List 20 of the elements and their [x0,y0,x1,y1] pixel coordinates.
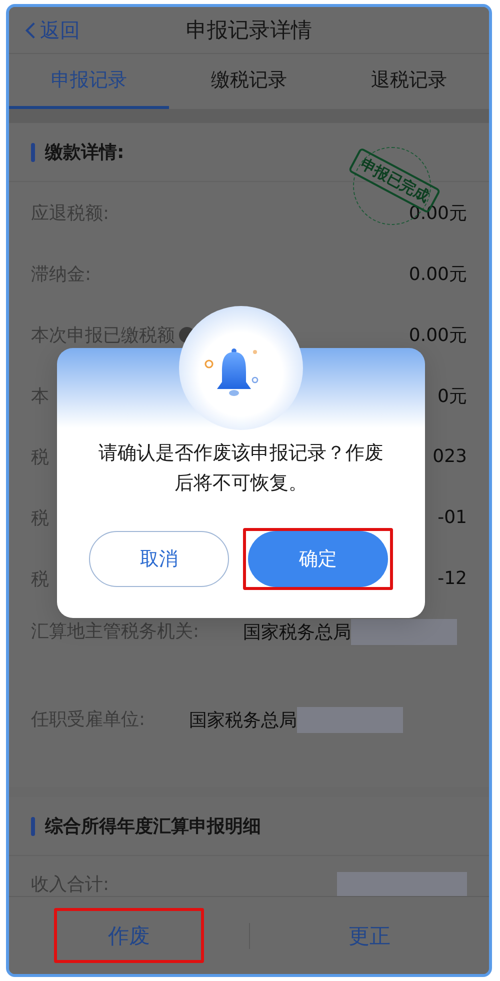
field-value: -01 [438,507,467,528]
cancel-button[interactable]: 取消 [89,531,229,587]
dialog-message: 请确认是否作废该申报记录？作废后将不可恢复。 [98,441,384,496]
section-heading: 缴款详情: [45,141,124,164]
field-value: -12 [438,568,467,589]
field-value: 023 [432,446,467,467]
back-icon [25,20,36,40]
back-button[interactable]: 返回 [9,16,80,44]
tab[interactable]: 退税记录 [329,54,489,109]
section-heading: 综合所得年度汇算申报明细 [45,815,261,838]
page-title: 申报记录详情 [186,17,312,44]
heading-bar-icon [31,142,35,162]
field-value: 0.00元 [408,324,467,346]
field-value: 国家税务总局 [189,709,298,732]
heading-bar-icon [31,816,35,836]
field-value: 0.00元 [408,262,467,286]
field-value: 国家税务总局 [243,621,352,644]
tab[interactable]: 缴税记录 [169,54,329,109]
confirm-button[interactable]: 确定 [248,531,388,587]
field-value: 0元 [438,384,467,408]
